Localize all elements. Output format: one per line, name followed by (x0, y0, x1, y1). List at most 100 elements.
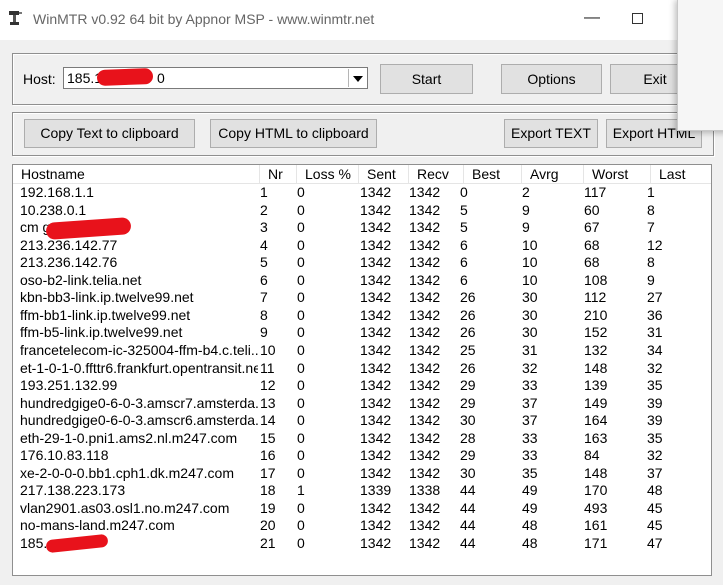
column-header-best[interactable]: Best (464, 165, 522, 183)
cell-best: 6 (460, 271, 468, 288)
cell-last: 27 (647, 289, 663, 306)
table-row[interactable]: 185. 21 0 1342 1342 44 48 171 47 (13, 535, 711, 553)
cell-hostname: et-1-0-1-0.ffttr6.frankfurt.opentransit.… (20, 359, 258, 376)
cell-nr: 12 (260, 377, 276, 394)
cell-best: 28 (460, 429, 476, 446)
export-text-button[interactable]: Export TEXT (504, 119, 598, 148)
cell-nr: 14 (260, 412, 276, 429)
table-row[interactable]: no-mans-land.m247.com 20 0 1342 1342 44 48 161 4… (13, 517, 711, 535)
table-row[interactable]: xe-2-0-0-0.bb1.cph1.dk.m247.com 17 0 1342 13… (13, 464, 711, 483)
table-row[interactable]: vlan2901.as03.osl1.no.m247.com 19 0 1342 134… (13, 499, 711, 518)
cell-worst: 148 (584, 359, 608, 376)
cell-recv: 1342 (409, 517, 441, 534)
column-header-worst[interactable]: Worst (584, 165, 651, 183)
table-row[interactable]: hundredgige0-6-0-3.amscr6.amsterda... 14 0… (13, 412, 711, 430)
cell-nr: 4 (260, 236, 268, 253)
cell-hostname: oso-b2-link.telia.net (20, 271, 142, 288)
cell-sent: 1342 (360, 359, 392, 376)
dropdown-arrow-icon[interactable] (348, 69, 366, 87)
cell-avrg: 35 (522, 464, 538, 481)
cell-nr: 17 (260, 464, 276, 481)
copy-text-button[interactable]: Copy Text to clipboard (24, 119, 195, 148)
cell-nr: 2 (260, 201, 268, 218)
cell-recv: 1342 (409, 535, 441, 551)
minimize-button[interactable]: — (580, 9, 604, 27)
start-button[interactable]: Start (380, 64, 473, 94)
cell-hostname: ffm-bb1-link.ip.twelve99.net (20, 306, 191, 323)
cell-loss: 0 (297, 377, 305, 394)
table-row[interactable]: francetelecom-ic-325004-ffm-b4.c.teli...… (13, 341, 711, 360)
column-header-avrg[interactable]: Avrg (522, 165, 584, 183)
table-row[interactable]: ffm-bb1-link.ip.twelve99.net 8 0 1342 1342 26… (13, 306, 711, 325)
cell-last: 39 (647, 412, 663, 429)
cell-nr: 16 (260, 447, 276, 464)
cell-avrg: 9 (522, 201, 530, 218)
cell-sent: 1342 (360, 201, 392, 218)
cell-hostname: 217.138.223.173 (20, 482, 126, 499)
cell-nr: 6 (260, 271, 268, 288)
cell-avrg: 30 (522, 289, 538, 306)
table-row[interactable]: 213.236.142.76 5 0 1342 1342 6 10 68 8 (13, 254, 711, 272)
cell-recv: 1342 (409, 394, 441, 411)
cell-best: 26 (460, 324, 476, 341)
maximize-button[interactable] (632, 13, 643, 24)
cell-recv: 1342 (409, 236, 441, 253)
cell-last: 32 (647, 447, 663, 464)
table-row[interactable]: et-1-0-1-0.ffttr6.frankfurt.opentransit.… (13, 359, 711, 378)
column-header-sent[interactable]: Sent (359, 165, 409, 183)
cell-hostname: francetelecom-ic-325004-ffm-b4.c.teli... (20, 341, 258, 358)
table-row[interactable]: eth-29-1-0.pni1.ams2.nl.m247.com 15 0 1342 1… (13, 429, 711, 448)
column-header-last[interactable]: Last (651, 165, 711, 183)
table-row[interactable]: ffm-b5-link.ip.twelve99.net 9 0 1342 1342 26 3… (13, 324, 711, 342)
cell-recv: 1338 (409, 482, 441, 499)
cell-best: 30 (460, 412, 476, 429)
cell-hostname: 213.236.142.76 (20, 254, 118, 271)
table-row[interactable]: 176.10.83.118 16 0 1342 1342 29 33 84 32 (13, 447, 711, 465)
winmtr-icon (9, 11, 22, 25)
cell-last: 48 (647, 482, 663, 499)
cell-last: 31 (647, 324, 663, 341)
options-button[interactable]: Options (501, 64, 602, 94)
cell-avrg: 33 (522, 447, 538, 464)
table-row[interactable]: oso-b2-link.telia.net 6 0 1342 1342 6 10 108 9 (13, 271, 711, 290)
cell-sent: 1342 (360, 236, 392, 253)
table-row[interactable]: 192.168.1.1 1 0 1342 1342 0 2 117 1 (13, 184, 711, 202)
cell-loss: 0 (297, 254, 305, 271)
cell-best: 5 (460, 201, 468, 218)
cell-avrg: 9 (522, 219, 530, 236)
table-row[interactable]: kbn-bb3-link.ip.twelve99.net 7 0 1342 1342 26… (13, 289, 711, 307)
cell-recv: 1342 (409, 306, 441, 323)
cell-best: 44 (460, 535, 476, 551)
cell-hostname: xe-2-0-0-0.bb1.cph1.dk.m247.com (20, 464, 234, 481)
cell-recv: 1342 (409, 341, 441, 358)
column-header-hostname[interactable]: Hostname (13, 165, 260, 183)
table-row[interactable]: 213.236.142.77 4 0 1342 1342 6 10 68 12 (13, 236, 711, 255)
window-title: WinMTR v0.92 64 bit by Appnor MSP - www.… (33, 11, 375, 27)
cell-worst: 139 (584, 377, 608, 394)
cell-loss: 0 (297, 394, 305, 411)
cell-worst: 68 (584, 254, 600, 271)
column-header-recv[interactable]: Recv (409, 165, 464, 183)
cell-best: 26 (460, 306, 476, 323)
cell-worst: 67 (584, 219, 600, 236)
column-header-nr[interactable]: Nr (260, 165, 297, 183)
cell-worst: 152 (584, 324, 608, 341)
cell-loss: 0 (297, 429, 305, 446)
table-row[interactable]: 217.138.223.173 18 1 1339 1338 44 49 170 48 (13, 482, 711, 500)
cell-sent: 1342 (360, 447, 392, 464)
cell-avrg: 49 (522, 482, 538, 499)
copy-html-button[interactable]: Copy HTML to clipboard (210, 119, 377, 148)
column-header-loss[interactable]: Loss % (297, 165, 359, 183)
cell-nr: 8 (260, 306, 268, 323)
table-row[interactable]: 193.251.132.99 12 0 1342 1342 29 33 139 35 (13, 377, 711, 395)
cell-hostname: vlan2901.as03.osl1.no.m247.com (20, 499, 230, 516)
cell-loss: 0 (297, 464, 305, 481)
cell-sent: 1342 (360, 464, 392, 481)
cell-worst: 112 (584, 289, 607, 306)
cell-loss: 0 (297, 341, 305, 358)
cell-loss: 0 (297, 517, 305, 534)
table-row[interactable]: hundredgige0-6-0-3.amscr7.amsterda... 13 0… (13, 394, 711, 413)
cell-best: 25 (460, 341, 476, 358)
table-row[interactable]: 10.238.0.1 2 0 1342 1342 5 9 60 8 (13, 201, 711, 220)
cell-sent: 1342 (360, 429, 392, 446)
